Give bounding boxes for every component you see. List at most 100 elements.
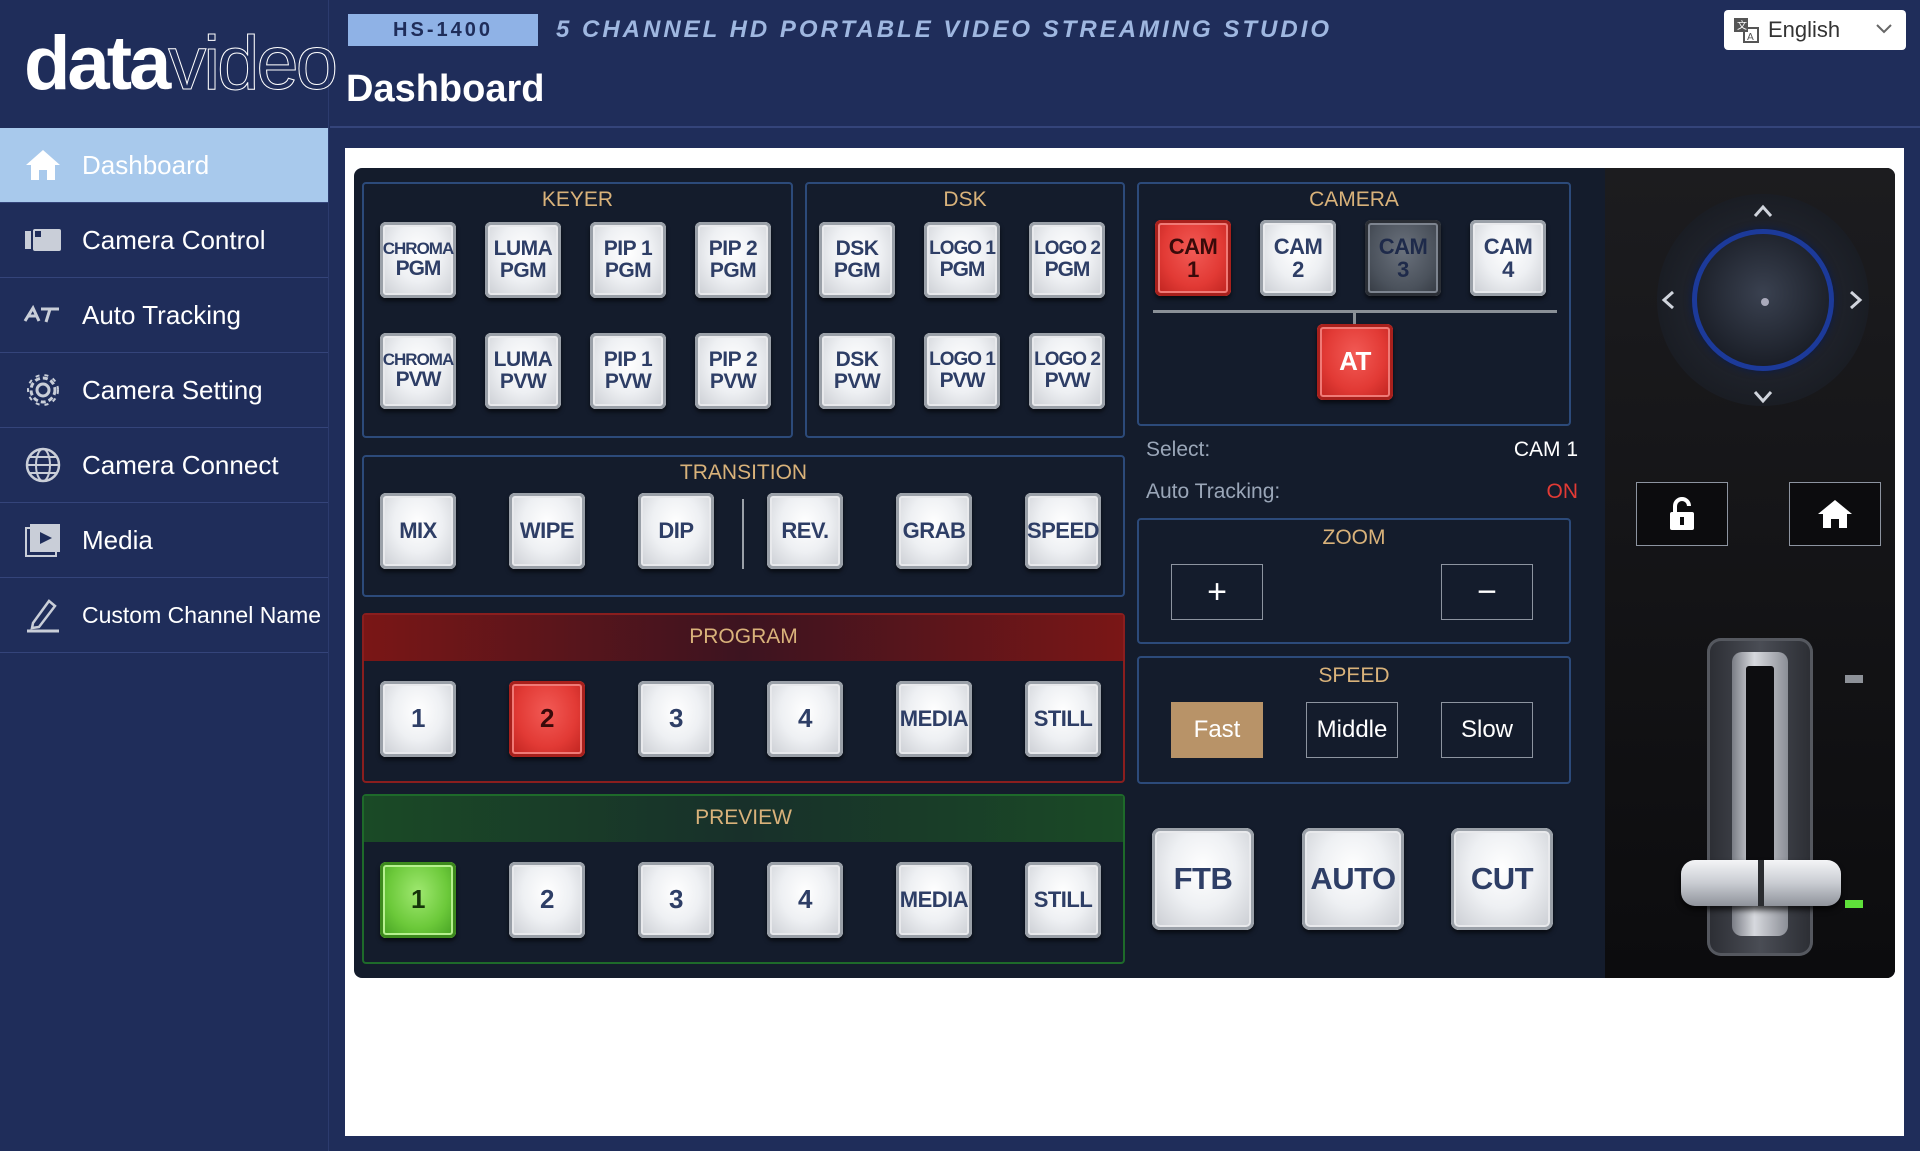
translate-icon: 文A: [1734, 18, 1759, 43]
auto-button[interactable]: AUTO: [1302, 828, 1404, 930]
transition-title: TRANSITION: [679, 461, 808, 484]
preview-still-button[interactable]: STILL: [1025, 862, 1101, 938]
program-3-button[interactable]: 3: [638, 681, 714, 757]
ptz-panel: [1605, 168, 1895, 978]
lock-button[interactable]: [1636, 482, 1728, 546]
speed-middle-button[interactable]: Middle: [1306, 702, 1398, 758]
luma-pvw-button[interactable]: LUMA PVW: [485, 333, 561, 409]
sidebar-item-auto-tracking[interactable]: Auto Tracking: [0, 278, 328, 353]
zoom-title: ZOOM: [1322, 526, 1386, 549]
language-select[interactable]: 文A English: [1724, 10, 1906, 50]
sidebar-item-label: Auto Tracking: [82, 299, 241, 330]
sidebar-item-label: Custom Channel Name: [82, 601, 322, 628]
auto-tracking-icon: [22, 294, 64, 336]
cam3-button[interactable]: CAM 3: [1365, 220, 1441, 296]
media-play-icon: [22, 519, 64, 561]
logo-text-light: video: [168, 21, 339, 106]
sidebar-item-dashboard[interactable]: Dashboard: [0, 128, 328, 203]
zoom-out-button[interactable]: −: [1441, 564, 1533, 620]
product-subtitle: 5 CHANNEL HD PORTABLE VIDEO STREAMING ST…: [556, 16, 1333, 43]
keyer-title: KEYER: [541, 188, 614, 211]
svg-text:文: 文: [1737, 19, 1747, 32]
sidebar-item-camera-setting[interactable]: Camera Setting: [0, 353, 328, 428]
chroma-pgm-button[interactable]: CHROMA PGM: [380, 222, 456, 298]
reverse-button[interactable]: REV.: [767, 493, 843, 569]
sidebar-item-camera-connect[interactable]: Camera Connect: [0, 428, 328, 503]
joystick-center-dot: [1761, 298, 1769, 306]
speed-slow-button[interactable]: Slow: [1441, 702, 1533, 758]
preview-media-button[interactable]: MEDIA: [896, 862, 972, 938]
program-2-button[interactable]: 2: [509, 681, 585, 757]
dsk-title: DSK: [943, 188, 987, 211]
sidebar-item-label: Camera Connect: [82, 449, 279, 480]
speed-section: SPEED Fast Middle Slow: [1137, 656, 1571, 784]
logo1-pvw-button[interactable]: LOGO 1 PVW: [924, 333, 1000, 409]
sidebar-item-label: Dashboard: [82, 149, 210, 180]
mix-button[interactable]: MIX: [380, 493, 456, 569]
pip1-pvw-button[interactable]: PIP 1 PVW: [590, 333, 666, 409]
joystick-ring[interactable]: [1692, 229, 1834, 371]
gear-icon: [22, 369, 64, 411]
luma-pgm-button[interactable]: LUMA PGM: [485, 222, 561, 298]
auto-tracking-button[interactable]: AT: [1317, 324, 1393, 400]
page-title: Dashboard: [346, 68, 545, 110]
sidebar-item-camera-control[interactable]: Camera Control: [0, 203, 328, 278]
cut-button[interactable]: CUT: [1451, 828, 1553, 930]
camera-section: CAMERA CAM 1 CAM 2 CAM 3 CAM 4 AT: [1137, 182, 1571, 426]
chroma-pvw-button[interactable]: CHROMA PVW: [380, 333, 456, 409]
dip-button[interactable]: DIP: [638, 493, 714, 569]
pip2-pvw-button[interactable]: PIP 2 PVW: [695, 333, 771, 409]
pencil-icon: [22, 594, 64, 636]
datavideo-logo: datavideo: [0, 0, 338, 128]
auto-tracking-status: ON: [1546, 480, 1579, 503]
sidebar-item-label: Camera Control: [82, 224, 266, 255]
chevron-up-icon[interactable]: [1753, 198, 1773, 224]
preview-3-button[interactable]: 3: [638, 862, 714, 938]
zoom-in-button[interactable]: +: [1171, 564, 1263, 620]
sidebar-item-media[interactable]: Media: [0, 503, 328, 578]
home-position-button[interactable]: [1789, 482, 1881, 546]
speed-button[interactable]: SPEED: [1025, 493, 1101, 569]
auto-tracking-row: Auto Tracking: ON: [1146, 480, 1578, 510]
camera-icon: [22, 219, 64, 261]
transition-section: TRANSITION MIX WIPE DIP REV. GRAB SPEED: [362, 455, 1125, 597]
t-bar-handle[interactable]: [1681, 860, 1841, 906]
program-1-button[interactable]: 1: [380, 681, 456, 757]
grab-button[interactable]: GRAB: [896, 493, 972, 569]
cam2-button[interactable]: CAM 2: [1260, 220, 1336, 296]
program-media-button[interactable]: MEDIA: [896, 681, 972, 757]
cam4-button[interactable]: CAM 4: [1470, 220, 1546, 296]
pip1-pgm-button[interactable]: PIP 1 PGM: [590, 222, 666, 298]
chevron-left-icon[interactable]: [1661, 290, 1675, 316]
preview-4-button[interactable]: 4: [767, 862, 843, 938]
chevron-down-icon[interactable]: [1753, 384, 1773, 410]
logo1-pgm-button[interactable]: LOGO 1 PGM: [924, 222, 1000, 298]
select-value: CAM 1: [1513, 438, 1578, 461]
t-bar-bottom-indicator: [1845, 900, 1863, 908]
sidebar-item-label: Media: [82, 524, 153, 555]
ptz-joystick[interactable]: [1657, 194, 1869, 406]
preview-1-button[interactable]: 1: [380, 862, 456, 938]
ftb-button[interactable]: FTB: [1152, 828, 1254, 930]
home-icon: [22, 144, 64, 186]
main-panel: KEYER CHROMA PGM LUMA PGM PIP 1 PGM PIP 2 PG…: [345, 148, 1904, 1136]
dsk-pvw-button[interactable]: DSK PVW: [819, 333, 895, 409]
t-bar-track: [1707, 638, 1813, 956]
sidebar: datavideo Dashboard Camera Control Auto …: [0, 0, 338, 1151]
logo2-pgm-button[interactable]: LOGO 2 PGM: [1029, 222, 1105, 298]
dsk-pgm-button[interactable]: DSK PGM: [819, 222, 895, 298]
program-4-button[interactable]: 4: [767, 681, 843, 757]
language-value: English: [1768, 17, 1841, 42]
chevron-right-icon[interactable]: [1849, 290, 1863, 316]
camera-title: CAMERA: [1309, 188, 1399, 211]
pip2-pgm-button[interactable]: PIP 2 PGM: [695, 222, 771, 298]
sidebar-item-custom-channel-name[interactable]: Custom Channel Name: [0, 578, 328, 653]
wipe-button[interactable]: WIPE: [509, 493, 585, 569]
preview-2-button[interactable]: 2: [509, 862, 585, 938]
cam1-button[interactable]: CAM 1: [1155, 220, 1231, 296]
speed-fast-button[interactable]: Fast: [1171, 702, 1263, 758]
keyer-section: KEYER CHROMA PGM LUMA PGM PIP 1 PGM PIP 2 PG…: [362, 182, 793, 438]
logo2-pvw-button[interactable]: LOGO 2 PVW: [1029, 333, 1105, 409]
select-label: Select:: [1146, 438, 1211, 461]
program-still-button[interactable]: STILL: [1025, 681, 1101, 757]
